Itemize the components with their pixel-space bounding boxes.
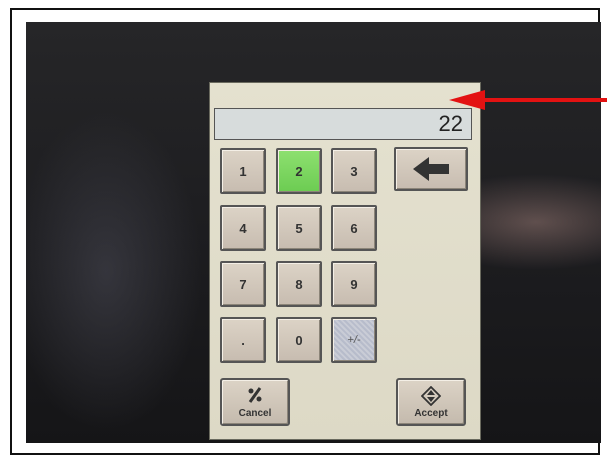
cancel-button[interactable]: Cancel xyxy=(220,378,290,426)
key-2[interactable]: 2 xyxy=(276,148,322,194)
key-decimal[interactable]: . xyxy=(220,317,266,363)
cancel-label: Cancel xyxy=(238,407,272,419)
key-1[interactable]: 1 xyxy=(220,148,266,194)
key-7[interactable]: 7 xyxy=(220,261,266,307)
key-3[interactable]: 3 xyxy=(331,148,377,194)
numeric-keypad-screen: 22 1 2 3 4 5 6 7 8 9 . 0 +/- Cancel Acce… xyxy=(210,83,480,439)
key-5[interactable]: 5 xyxy=(276,205,322,251)
key-8[interactable]: 8 xyxy=(276,261,322,307)
arrow-left-icon xyxy=(413,157,449,181)
key-0[interactable]: 0 xyxy=(276,317,322,363)
accept-label: Accept xyxy=(414,407,448,419)
device-photo: 22 1 2 3 4 5 6 7 8 9 . 0 +/- Cancel Acce… xyxy=(26,22,601,443)
accept-button[interactable]: Accept xyxy=(396,378,466,426)
key-4[interactable]: 4 xyxy=(220,205,266,251)
backspace-button[interactable] xyxy=(394,147,468,191)
annotation-arrow xyxy=(449,90,607,110)
diamond-arrows-icon xyxy=(420,385,442,406)
percent-icon xyxy=(246,386,264,406)
key-9[interactable]: 9 xyxy=(331,261,377,307)
key-6[interactable]: 6 xyxy=(331,205,377,251)
key-plus-minus[interactable]: +/- xyxy=(331,317,377,363)
value-display[interactable]: 22 xyxy=(214,108,472,140)
